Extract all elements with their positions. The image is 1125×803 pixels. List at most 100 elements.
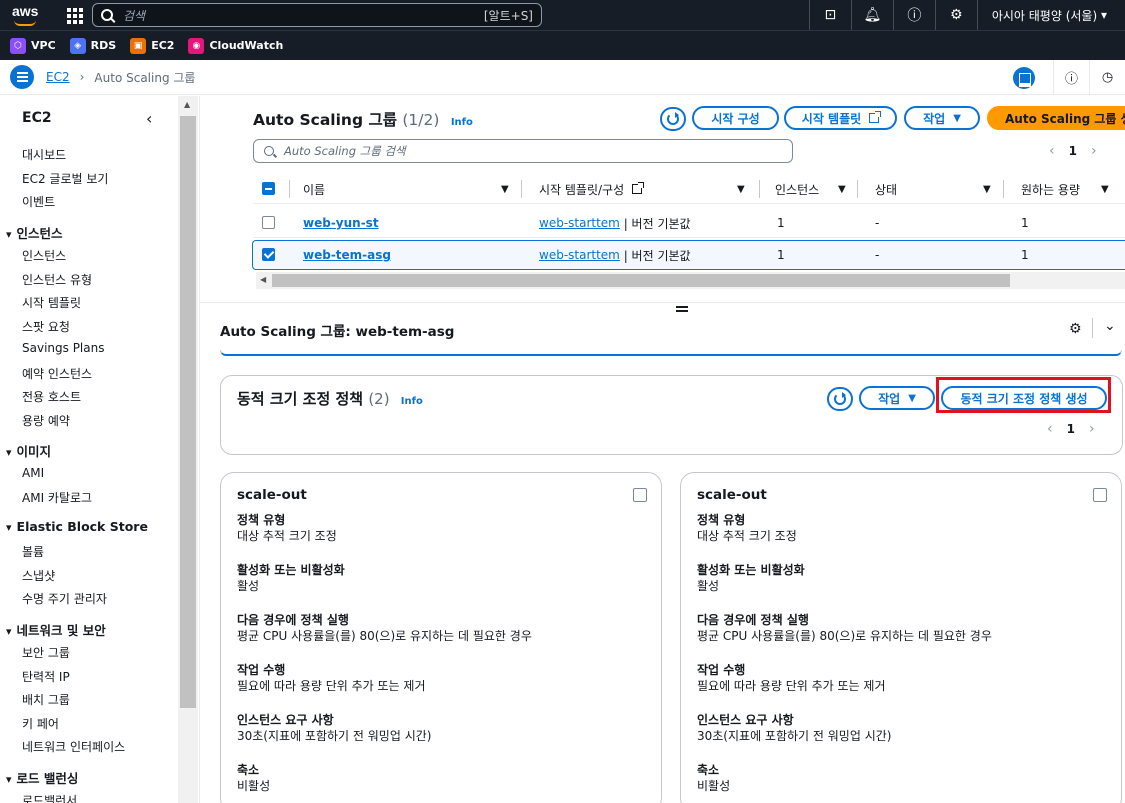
sidebar-item[interactable]: 대시보드 [22, 146, 66, 163]
sidebar-item[interactable]: 인스턴스 유형 [22, 271, 92, 288]
table-row[interactable]: web-yun-st web-starttem | 버전 기본값 1 - 1 [253, 208, 1125, 238]
template-link[interactable]: web-starttem [539, 248, 620, 262]
desired-cell: 1 [1021, 216, 1029, 230]
next-page-icon[interactable]: › [1091, 143, 1097, 159]
sort-icon[interactable]: ▼ [737, 184, 745, 195]
help-icon[interactable]: ⓘ [892, 0, 935, 30]
sidebar-scrollbar[interactable]: ▲ [178, 96, 198, 803]
sidebar-item[interactable]: 보안 그룹 [22, 644, 70, 661]
favorite-vpc[interactable]: ⬡ VPC [10, 37, 56, 54]
column-instances[interactable]: 인스턴스 [775, 174, 819, 204]
next-page-icon[interactable]: › [1089, 421, 1095, 437]
favorite-cloudwatch[interactable]: ◉ CloudWatch [188, 37, 283, 54]
refresh-button[interactable] [827, 387, 853, 411]
select-all-checkbox[interactable] [262, 182, 275, 195]
aws-logo[interactable]: aws [12, 3, 52, 27]
sort-icon[interactable]: ▼ [501, 184, 509, 195]
sidebar-item[interactable]: AMI [22, 466, 44, 480]
field-label: 작업 수행 [697, 663, 746, 677]
sidebar-item[interactable]: 시작 템플릿 [22, 294, 81, 311]
sidebar-item[interactable]: 스냅샷 [22, 567, 55, 584]
policies-title: 동적 크기 조정 정책 (2) Info [237, 390, 423, 408]
page-number[interactable]: 1 [1067, 422, 1075, 436]
gear-icon[interactable]: ⚙ [1069, 321, 1082, 337]
global-search-input[interactable]: 검색 [알트+S] [92, 3, 542, 27]
sidebar-section-header[interactable]: 이미지 [6, 441, 52, 460]
sidebar-item[interactable]: AMI 카탈로그 [22, 489, 92, 506]
field-label: 활성화 또는 비활성화 [237, 563, 345, 577]
sidebar-section-header[interactable]: 인스턴스 [6, 223, 63, 242]
search-icon [101, 9, 113, 21]
field-value: 평균 CPU 사용률을(를) 80(으)로 유지하는 데 필요한 경우 [237, 629, 532, 643]
asg-search-input[interactable]: Auto Scaling 그룹 검색 [253, 139, 793, 163]
field-value: 30초(지표에 포함하기 전 워밍업 시간) [237, 729, 432, 743]
actions-button[interactable]: 작업 ▼ [904, 106, 980, 130]
sidebar-item[interactable]: 스팟 요청 [22, 318, 70, 335]
sidebar-section-header[interactable]: 네트워크 및 보안 [6, 620, 106, 639]
prev-page-icon[interactable]: ‹ [1047, 421, 1053, 437]
table-horizontal-scrollbar[interactable]: ◀ [256, 272, 1125, 289]
sidebar-item[interactable]: 수명 주기 관리자 [22, 590, 107, 607]
sort-icon[interactable]: ▼ [1101, 184, 1109, 195]
split-panel-icon[interactable] [1013, 66, 1035, 89]
sort-icon[interactable]: ▼ [983, 184, 991, 195]
sidebar-item[interactable]: 탄력적 IP [22, 668, 70, 685]
sidebar-item[interactable]: 인스턴스 [22, 247, 66, 264]
sidebar-item[interactable]: 이벤트 [22, 193, 55, 210]
column-template[interactable]: 시작 템플릿/구성 [539, 174, 645, 204]
column-desired[interactable]: 원하는 용량 [1021, 174, 1080, 204]
policies-actions-button[interactable]: 작업 ▼ [859, 386, 935, 410]
chevron-down-icon[interactable]: ⌄ [1104, 318, 1116, 334]
asg-name-link[interactable]: web-tem-asg [303, 248, 391, 262]
column-status[interactable]: 상태 [875, 174, 897, 204]
sidebar-section-header[interactable]: Elastic Block Store [6, 519, 148, 534]
chevron-left-icon[interactable]: ‹ [146, 109, 152, 128]
region-selector[interactable]: 아시아 태평양 (서울) ▾ [976, 0, 1125, 30]
refresh-button[interactable] [660, 107, 686, 131]
ec2-icon: ▣ [130, 37, 147, 54]
launch-config-button[interactable]: 시작 구성 [692, 106, 779, 130]
create-asg-button[interactable]: Auto Scaling 그룹 생성 [987, 106, 1125, 130]
info-link[interactable]: Info [451, 117, 473, 128]
launch-template-button[interactable]: 시작 템플릿 [784, 106, 897, 130]
favorite-rds[interactable]: ◈ RDS [69, 37, 116, 54]
bell-icon[interactable]: 🔔︎ [850, 0, 893, 30]
sort-icon[interactable]: ▼ [838, 184, 846, 195]
gear-icon[interactable]: ⚙ [934, 0, 977, 30]
sidebar-item[interactable]: 로드밸런서 [22, 792, 77, 803]
refresh-icon [667, 112, 679, 125]
sidebar-item[interactable]: 네트워크 인터페이스 [22, 738, 125, 755]
sidebar-section-header[interactable]: 로드 밸런싱 [6, 768, 79, 787]
row-checkbox[interactable] [262, 248, 275, 261]
sidebar-item[interactable]: 용량 예약 [22, 412, 70, 429]
info-link[interactable]: Info [401, 396, 423, 407]
menu-icon[interactable] [10, 65, 34, 89]
sidebar-item[interactable]: 전용 호스트 [22, 388, 81, 405]
cloudshell-icon[interactable]: ⊡ [808, 0, 851, 30]
policy-card-checkbox[interactable] [633, 488, 647, 502]
sidebar-item[interactable]: Savings Plans [22, 341, 104, 355]
sidebar-item[interactable]: 키 페어 [22, 715, 59, 732]
field-label: 다음 경우에 정책 실행 [697, 613, 809, 627]
breadcrumb-ec2[interactable]: EC2 [46, 70, 70, 84]
page-number[interactable]: 1 [1069, 144, 1077, 158]
column-name[interactable]: 이름 [303, 174, 325, 204]
prev-page-icon[interactable]: ‹ [1049, 143, 1055, 159]
sidebar: EC2 ‹ 대시보드EC2 글로벌 보기이벤트인스턴스인스턴스인스턴스 유형시작… [0, 96, 178, 803]
field-label: 축소 [697, 763, 720, 777]
template-link[interactable]: web-starttem [539, 216, 620, 230]
policy-card-checkbox[interactable] [1093, 488, 1107, 502]
info-icon[interactable]: ⓘ [1053, 60, 1089, 95]
clock-icon[interactable]: ◷ [1089, 60, 1125, 95]
split-panel-resize-handle[interactable] [676, 306, 688, 312]
table-row-selected[interactable]: web-tem-asg web-starttem | 버전 기본값 1 - 1 [252, 240, 1125, 270]
sidebar-item[interactable]: 볼륨 [22, 543, 44, 560]
sidebar-item[interactable]: 예약 인스턴스 [22, 365, 92, 382]
services-menu-icon[interactable] [64, 5, 84, 25]
asg-name-link[interactable]: web-yun-st [303, 216, 379, 230]
favorite-ec2[interactable]: ▣ EC2 [130, 37, 174, 54]
sidebar-item[interactable]: EC2 글로벌 보기 [22, 170, 108, 187]
sidebar-item[interactable]: 배치 그룹 [22, 691, 70, 708]
row-checkbox[interactable] [262, 216, 275, 229]
field-value: 30초(지표에 포함하기 전 워밍업 시간) [697, 729, 892, 743]
